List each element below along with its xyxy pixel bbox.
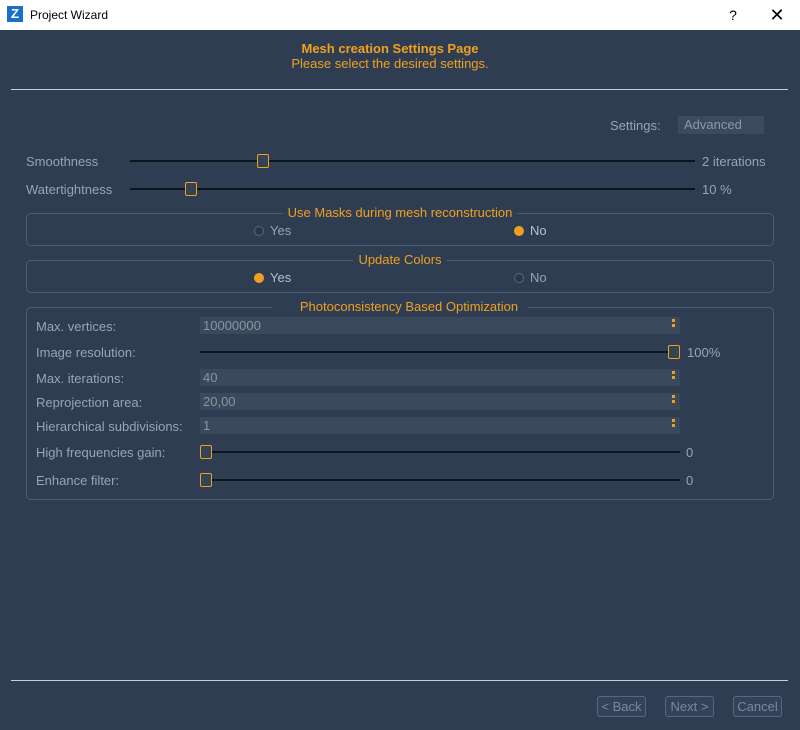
watertightness-value: 10 %: [702, 182, 732, 197]
footer-divider: [11, 680, 788, 681]
hierarchical-subdivisions-value: 1: [203, 418, 211, 433]
max-vertices-value: 10000000: [203, 318, 261, 333]
cancel-button[interactable]: Cancel: [733, 696, 782, 717]
spinner-icon[interactable]: [672, 395, 675, 408]
max-vertices-label: Max. vertices:: [36, 319, 117, 334]
back-button[interactable]: < Back: [597, 696, 646, 717]
slider-handle[interactable]: [200, 473, 212, 487]
hf-gain-slider[interactable]: [200, 445, 680, 459]
update-colors-group: Update Colors Yes No: [26, 252, 774, 293]
masks-yes-radio[interactable]: [254, 226, 264, 236]
title-bar: Z Project Wizard ? ✕: [0, 0, 800, 30]
update-colors-title: Update Colors: [27, 252, 773, 267]
max-iterations-label: Max. iterations:: [36, 371, 125, 386]
masks-group: Use Masks during mesh reconstruction Yes…: [26, 205, 774, 246]
max-iterations-input[interactable]: 40: [200, 369, 680, 386]
image-resolution-slider[interactable]: [200, 345, 680, 359]
hf-gain-value: 0: [686, 445, 694, 460]
settings-label: Settings:: [610, 118, 661, 133]
max-vertices-input[interactable]: 10000000: [200, 317, 680, 334]
watertightness-slider[interactable]: [130, 182, 695, 196]
colors-no-radio[interactable]: [514, 273, 524, 283]
masks-group-title: Use Masks during mesh reconstruction: [27, 205, 773, 220]
enhance-filter-label: Enhance filter:: [36, 473, 120, 488]
spinner-icon[interactable]: [672, 319, 675, 332]
slider-track: [200, 451, 680, 453]
help-button[interactable]: ?: [720, 0, 746, 30]
max-iterations-value: 40: [203, 370, 218, 385]
slider-handle[interactable]: [257, 154, 269, 168]
reprojection-area-value: 20,00: [203, 394, 236, 409]
spinner-icon[interactable]: [672, 419, 675, 432]
next-button[interactable]: Next >: [665, 696, 714, 717]
page-title: Mesh creation Settings Page: [301, 41, 479, 56]
slider-track: [200, 351, 680, 353]
photoconsistency-checkbox[interactable]: [276, 301, 287, 311]
watertightness-label: Watertightness: [26, 182, 113, 197]
smoothness-value: 2 iterations: [702, 154, 766, 169]
settings-dropdown[interactable]: Advanced: [678, 116, 764, 134]
masks-no-radio[interactable]: [514, 226, 524, 236]
image-resolution-label: Image resolution:: [36, 345, 136, 360]
slider-handle[interactable]: [200, 445, 212, 459]
reprojection-area-input[interactable]: 20,00: [200, 393, 680, 410]
photoconsistency-label[interactable]: Photoconsistency Based Optimization: [294, 299, 524, 314]
colors-no-label[interactable]: No: [530, 270, 547, 285]
enhance-filter-value: 0: [686, 473, 694, 488]
slider-track: [130, 188, 695, 190]
close-icon[interactable]: ✕: [762, 0, 792, 30]
photoconsistency-title: Photoconsistency Based Optimization: [27, 299, 773, 314]
page-header: Mesh creation Settings Page Please selec…: [0, 41, 780, 71]
enhance-filter-slider[interactable]: [200, 473, 680, 487]
hierarchical-subdivisions-label: Hierarchical subdivisions:: [36, 419, 183, 434]
reprojection-area-label: Reprojection area:: [36, 395, 143, 410]
spinner-icon[interactable]: [672, 371, 675, 384]
header-divider: [11, 89, 788, 90]
slider-handle[interactable]: [185, 182, 197, 196]
page-subtitle: Please select the desired settings.: [291, 56, 489, 71]
smoothness-label: Smoothness: [26, 154, 99, 169]
window-title: Project Wizard: [30, 8, 109, 22]
masks-yes-label[interactable]: Yes: [270, 223, 291, 238]
masks-no-label[interactable]: No: [530, 223, 547, 238]
app-logo-icon: Z: [7, 6, 23, 22]
slider-handle[interactable]: [668, 345, 680, 359]
hierarchical-subdivisions-input[interactable]: 1: [200, 417, 680, 434]
slider-track: [130, 160, 695, 162]
smoothness-slider[interactable]: [130, 154, 695, 168]
colors-yes-label[interactable]: Yes: [270, 270, 291, 285]
hf-gain-label: High frequencies gain:: [36, 445, 166, 460]
colors-yes-radio[interactable]: [254, 273, 264, 283]
image-resolution-value: 100%: [687, 345, 721, 360]
slider-track: [200, 479, 680, 481]
